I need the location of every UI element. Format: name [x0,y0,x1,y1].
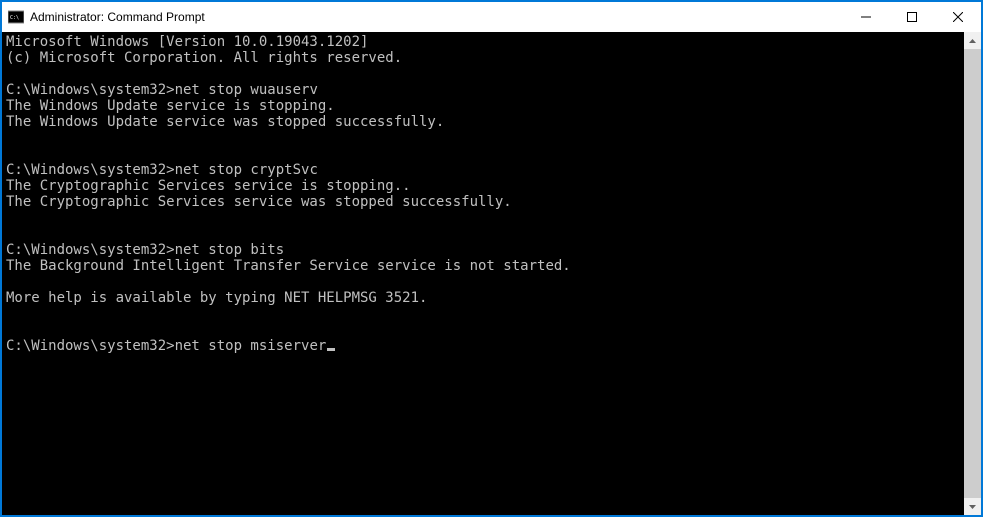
command-text: net stop wuauserv [175,82,318,98]
command-text: net stop bits [175,242,285,258]
terminal-line [6,306,960,322]
scroll-down-button[interactable] [964,498,981,515]
titlebar[interactable]: C:\ Administrator: Command Prompt [2,2,981,32]
terminal-line: The Cryptographic Services service was s… [6,194,960,210]
command-text: net stop msiserver [175,338,327,354]
cmd-icon: C:\ [8,9,24,25]
terminal-line: C:\Windows\system32>net stop wuauserv [6,82,960,98]
prompt-text: C:\Windows\system32> [6,338,175,354]
terminal-line [6,226,960,242]
terminal-line: C:\Windows\system32>net stop bits [6,242,960,258]
vertical-scrollbar[interactable] [964,32,981,515]
terminal-line: Microsoft Windows [Version 10.0.19043.12… [6,34,960,50]
client-area: Microsoft Windows [Version 10.0.19043.12… [2,32,981,515]
close-button[interactable] [935,2,981,32]
terminal-line [6,322,960,338]
prompt-text: C:\Windows\system32> [6,162,175,178]
terminal-line: The Windows Update service is stopping. [6,98,960,114]
window-root: C:\ Administrator: Command Prompt Micros… [1,1,982,516]
terminal-line [6,210,960,226]
command-text: net stop cryptSvc [175,162,318,178]
prompt-text: C:\Windows\system32> [6,82,175,98]
terminal-line: The Cryptographic Services service is st… [6,178,960,194]
prompt-text: C:\Windows\system32> [6,242,175,258]
cursor [327,348,335,351]
terminal-line: C:\Windows\system32>net stop msiserver [6,338,960,354]
scroll-track[interactable] [964,49,981,498]
terminal-line: The Windows Update service was stopped s… [6,114,960,130]
minimize-button[interactable] [843,2,889,32]
terminal-line: More help is available by typing NET HEL… [6,290,960,306]
scroll-thumb[interactable] [964,49,981,498]
terminal-output[interactable]: Microsoft Windows [Version 10.0.19043.12… [2,32,964,515]
terminal-line [6,66,960,82]
maximize-button[interactable] [889,2,935,32]
terminal-line: The Background Intelligent Transfer Serv… [6,258,960,274]
titlebar-controls [843,2,981,32]
window-title: Administrator: Command Prompt [30,10,205,24]
terminal-line: (c) Microsoft Corporation. All rights re… [6,50,960,66]
terminal-line: C:\Windows\system32>net stop cryptSvc [6,162,960,178]
terminal-line [6,146,960,162]
terminal-line [6,274,960,290]
scroll-up-button[interactable] [964,32,981,49]
titlebar-left: C:\ Administrator: Command Prompt [8,9,205,25]
svg-text:C:\: C:\ [10,15,19,21]
terminal-line [6,130,960,146]
